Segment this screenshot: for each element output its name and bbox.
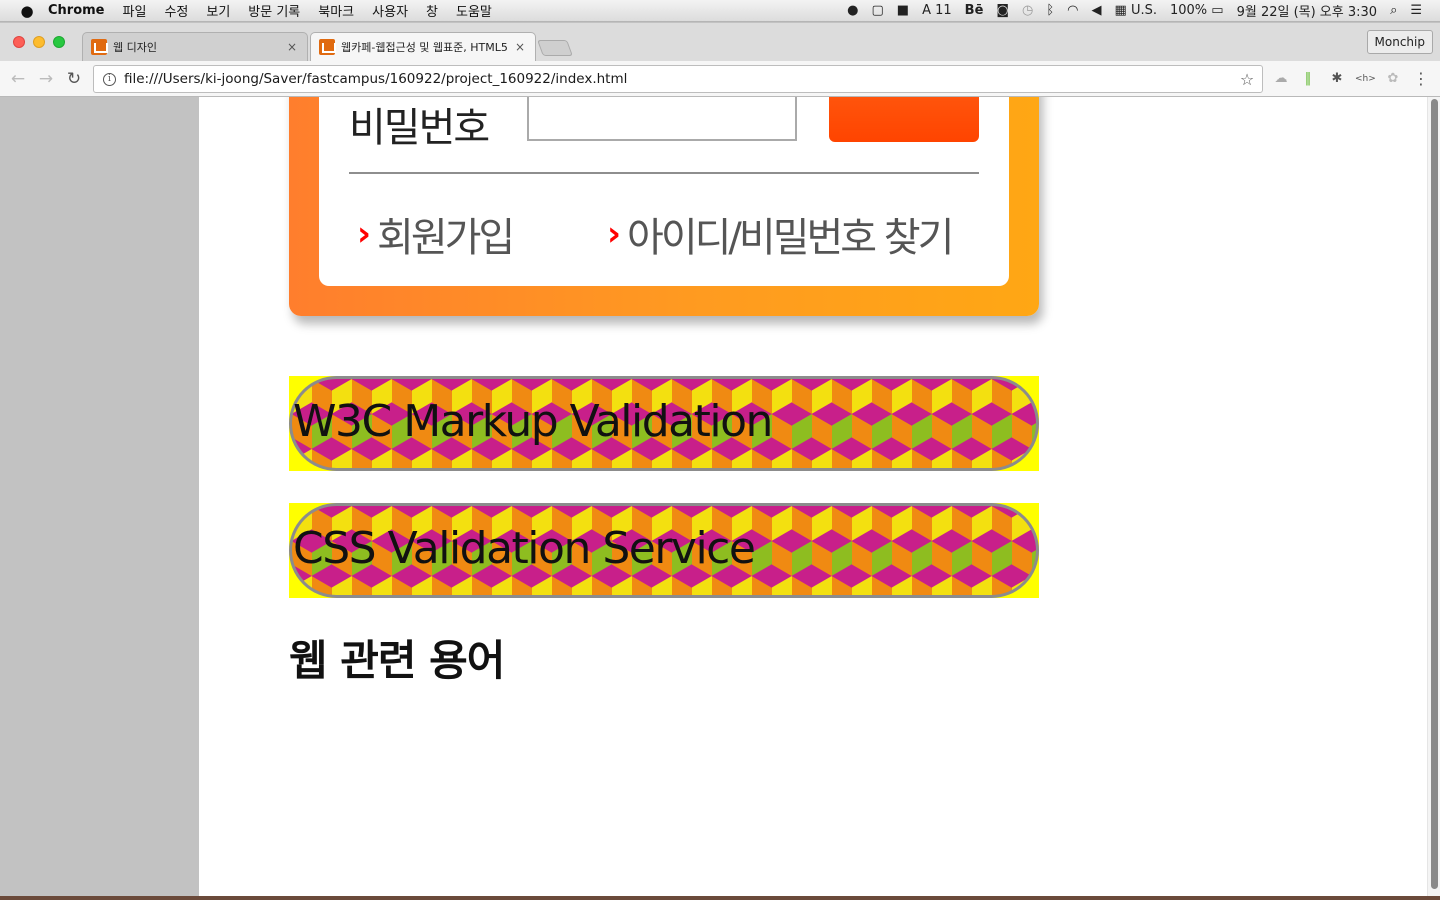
menu-window[interactable]: 창 xyxy=(417,1,447,20)
gear-extension-icon[interactable]: ✱ xyxy=(1327,69,1347,89)
profile-button[interactable]: Monchip xyxy=(1366,30,1433,54)
wifi-icon[interactable]: ◠ xyxy=(1067,3,1078,18)
menu-people[interactable]: 사용자 xyxy=(363,1,417,20)
tab-title: 웹카페-웹접근성 및 웹표준, HTML5 xyxy=(341,41,508,54)
web-page: 비밀번호 › 회원가입 › 아이디/비밀번호 찾기 W3C Markup Val… xyxy=(199,97,1427,897)
note-icon[interactable]: ▢ xyxy=(871,3,883,18)
notification-count: 11 xyxy=(935,3,952,18)
chevron-right-icon: › xyxy=(357,214,372,254)
w3c-validator-banner[interactable]: W3C Markup Validation xyxy=(289,376,1039,471)
headings-extension-icon[interactable]: <h> xyxy=(1355,69,1376,89)
find-id-password-link[interactable]: › 아이디/비밀번호 찾기 xyxy=(607,205,954,263)
window-close-button[interactable] xyxy=(13,36,25,48)
forward-button[interactable]: → xyxy=(34,67,58,91)
adobe-icon[interactable]: A 11 xyxy=(922,3,952,18)
tab-webcafe[interactable]: 웹카페-웹접근성 및 웹표준, HTML5 × xyxy=(310,32,536,61)
login-form: 비밀번호 › 회원가입 › 아이디/비밀번호 찾기 xyxy=(319,97,1009,286)
desktop-edge xyxy=(0,896,1440,900)
chrome-menu-icon[interactable]: ⋮ xyxy=(1411,69,1431,89)
macos-menubar: ● Chrome 파일 수정 보기 방문 기록 북마크 사용자 창 도움말 ● … xyxy=(0,0,1440,22)
tab-close-icon[interactable]: × xyxy=(513,40,527,54)
menu-bookmarks[interactable]: 북마크 xyxy=(309,1,363,20)
site-favicon-icon xyxy=(91,39,108,55)
tab-web-design[interactable]: 웹 디자인 × xyxy=(82,32,308,61)
address-bar[interactable]: i file:///Users/ki-joong/Saver/fastcampu… xyxy=(93,65,1263,93)
chat-bubble-icon[interactable]: ● xyxy=(847,3,858,18)
password-label: 비밀번호 xyxy=(349,105,490,151)
menu-file[interactable]: 파일 xyxy=(114,1,156,20)
vertical-scrollbar[interactable] xyxy=(1427,97,1440,900)
page-viewport: 비밀번호 › 회원가입 › 아이디/비밀번호 찾기 W3C Markup Val… xyxy=(0,97,1440,900)
back-button[interactable]: ← xyxy=(6,67,30,91)
login-button[interactable] xyxy=(829,97,979,142)
notification-center-icon[interactable]: ☰ xyxy=(1410,3,1422,18)
volume-icon[interactable]: ◀ xyxy=(1092,3,1102,18)
reload-button[interactable]: ↻ xyxy=(62,67,86,91)
url-text[interactable]: file:///Users/ki-joong/Saver/fastcampus/… xyxy=(124,71,1236,87)
window-zoom-button[interactable] xyxy=(53,36,65,48)
css-validator-link[interactable]: CSS Validation Service xyxy=(293,523,756,574)
cloud-extension-icon[interactable]: ☁ xyxy=(1271,69,1291,89)
bluetooth-icon[interactable]: ᛒ xyxy=(1046,3,1054,18)
tab-title: 웹 디자인 xyxy=(113,41,157,54)
camera-icon[interactable]: ◙ xyxy=(996,3,1009,18)
menu-view[interactable]: 보기 xyxy=(197,1,239,20)
site-info-icon[interactable]: i xyxy=(103,72,116,86)
signup-link[interactable]: › 회원가입 xyxy=(357,205,515,263)
w3c-validator-link[interactable]: W3C Markup Validation xyxy=(293,396,773,447)
password-input[interactable] xyxy=(527,97,797,141)
time-machine-icon[interactable]: ◷ xyxy=(1022,3,1033,18)
status-area: ● ▢ ■ A 11 Bē ◙ ◷ ᛒ ◠ ◀ ▦ U.S. 100% ▭ 9월… xyxy=(847,1,1440,20)
tab-close-icon[interactable]: × xyxy=(285,40,299,54)
battery-status[interactable]: 100% ▭ xyxy=(1170,3,1224,18)
tab-strip: 웹 디자인 × 웹카페-웹접근성 및 웹표준, HTML5 × Monchip xyxy=(0,23,1440,61)
input-source[interactable]: ▦ U.S. xyxy=(1115,3,1157,18)
site-favicon-icon xyxy=(319,39,336,55)
login-divider xyxy=(349,172,979,174)
new-tab-button[interactable] xyxy=(537,40,573,56)
menu-history[interactable]: 방문 기록 xyxy=(239,1,309,20)
apple-menu-icon[interactable]: ● xyxy=(12,2,42,20)
bookmark-star-icon[interactable]: ☆ xyxy=(1236,70,1258,89)
find-link-text: 아이디/비밀번호 찾기 xyxy=(627,215,954,261)
menu-edit[interactable]: 수정 xyxy=(155,1,197,20)
window-minimize-button[interactable] xyxy=(33,36,45,48)
menu-app-chrome[interactable]: Chrome xyxy=(42,3,114,18)
login-box: 비밀번호 › 회원가입 › 아이디/비밀번호 찾기 xyxy=(289,97,1039,316)
spotlight-icon[interactable]: ⌕ xyxy=(1390,3,1397,18)
signup-link-text: 회원가입 xyxy=(377,215,515,261)
ladder-extension-icon[interactable]: ‖ xyxy=(1298,69,1318,89)
scrollbar-thumb[interactable] xyxy=(1431,99,1438,889)
menu-help[interactable]: 도움말 xyxy=(447,1,501,20)
behance-icon[interactable]: Bē xyxy=(965,3,984,18)
puzzle-extension-icon[interactable]: ✿ xyxy=(1383,69,1403,89)
css-validator-banner[interactable]: CSS Validation Service xyxy=(289,503,1039,598)
browser-toolbar: ← → ↻ i file:///Users/ki-joong/Saver/fas… xyxy=(0,61,1440,97)
chevron-right-icon: › xyxy=(607,214,622,254)
web-terms-heading: 웹 관련 용어 xyxy=(289,636,505,685)
clock[interactable]: 9월 22일 (목) 오후 3:30 xyxy=(1237,1,1377,20)
contacts-icon[interactable]: ■ xyxy=(897,3,909,18)
